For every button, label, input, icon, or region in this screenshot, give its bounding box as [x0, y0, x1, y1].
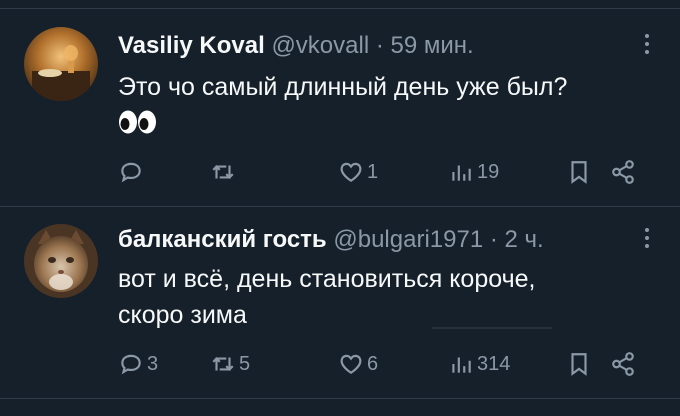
- tweet-text: вот и всё, день становиться короче, скор…: [118, 261, 640, 333]
- retweet-button[interactable]: [210, 157, 239, 187]
- like-button[interactable]: 1: [338, 157, 378, 187]
- bookmark-button[interactable]: [566, 157, 592, 187]
- tweet-text-line: скоро зима: [118, 301, 247, 329]
- views-count: 19: [477, 160, 500, 183]
- bookmark-icon: [571, 353, 587, 376]
- reply-button[interactable]: [118, 157, 147, 187]
- retweet-icon: [212, 357, 234, 371]
- bookmark-button[interactable]: [566, 349, 592, 379]
- retweet-icon: [212, 165, 234, 179]
- tweet-text: Это чо самый длинный день уже был?: [118, 69, 640, 105]
- tweet-text-line: вот и всё, день становиться короче,: [118, 265, 536, 293]
- divider: [432, 327, 552, 329]
- like-count: 1: [367, 160, 379, 183]
- views-icon: [452, 165, 471, 181]
- share-icon: [612, 352, 634, 376]
- reply-count: 3: [147, 352, 159, 375]
- author-name[interactable]: Vasiliy Koval: [118, 32, 265, 59]
- meta-separator: ·: [375, 32, 384, 59]
- bookmark-icon: [571, 161, 587, 184]
- like-icon: [340, 354, 362, 374]
- eyes-emoji-icon: [119, 110, 156, 134]
- reply-icon: [121, 354, 141, 375]
- reply-icon: [121, 162, 141, 183]
- tweet-header: Vasiliy Koval @vkovall · 59 мин.: [118, 31, 620, 61]
- reply-button[interactable]: 3: [118, 349, 158, 379]
- retweet-count: 5: [239, 352, 251, 375]
- tweet-time[interactable]: 59 мин.: [391, 32, 474, 59]
- avatar[interactable]: [24, 224, 98, 298]
- timeline: Vasiliy Koval @vkovall · 59 мин. Это чо …: [0, 0, 680, 416]
- tweet[interactable]: балканский гость @bulgari1971 · 2 ч. вот…: [0, 207, 680, 398]
- divider: [0, 398, 680, 399]
- views-button[interactable]: 19: [448, 157, 499, 187]
- tweet-text-line: Это чо самый длинный день уже был?: [118, 73, 568, 101]
- more-icon[interactable]: [642, 223, 652, 253]
- tweet-header: балканский гость @bulgari1971 · 2 ч.: [118, 225, 620, 255]
- author-handle[interactable]: @vkovall: [271, 32, 369, 59]
- share-button[interactable]: [610, 157, 636, 187]
- like-button[interactable]: 6: [338, 349, 378, 379]
- retweet-button[interactable]: 5: [210, 349, 250, 379]
- like-icon: [340, 162, 362, 182]
- author-name[interactable]: балканский гость: [118, 226, 327, 253]
- tweet[interactable]: Vasiliy Koval @vkovall · 59 мин. Это чо …: [0, 9, 680, 206]
- views-button[interactable]: 314: [448, 349, 510, 379]
- author-handle[interactable]: @bulgari1971: [333, 226, 483, 253]
- action-bar: 1 19: [118, 157, 638, 187]
- views-icon: [452, 357, 471, 373]
- action-bar: 3 5 6 314: [118, 349, 638, 379]
- meta-separator: ·: [489, 226, 498, 253]
- more-icon[interactable]: [642, 29, 652, 59]
- tweet-time[interactable]: 2 ч.: [505, 226, 544, 253]
- share-icon: [612, 160, 634, 184]
- views-count: 314: [477, 352, 511, 375]
- share-button[interactable]: [610, 349, 636, 379]
- avatar[interactable]: [24, 27, 98, 101]
- like-count: 6: [367, 352, 379, 375]
